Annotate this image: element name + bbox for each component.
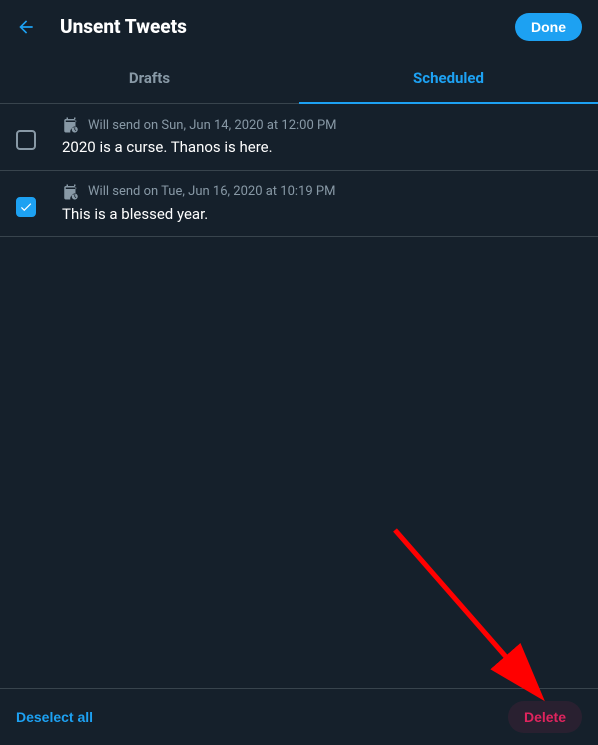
check-icon bbox=[19, 200, 33, 214]
tab-drafts[interactable]: Drafts bbox=[0, 53, 299, 103]
footer: Deselect all Delete bbox=[0, 688, 598, 745]
schedule-text: Will send on Tue, Jun 16, 2020 at 10:19 … bbox=[88, 184, 335, 199]
back-arrow-icon bbox=[16, 17, 36, 37]
tweet-item[interactable]: Will send on Sun, Jun 14, 2020 at 12:00 … bbox=[0, 104, 598, 171]
schedule-info: Will send on Sun, Jun 14, 2020 at 12:00 … bbox=[62, 116, 582, 134]
delete-button[interactable]: Delete bbox=[508, 701, 582, 733]
schedule-info: Will send on Tue, Jun 16, 2020 at 10:19 … bbox=[62, 183, 582, 201]
page-title: Unsent Tweets bbox=[60, 15, 515, 38]
tweet-item[interactable]: Will send on Tue, Jun 16, 2020 at 10:19 … bbox=[0, 171, 598, 238]
tweet-list: Will send on Sun, Jun 14, 2020 at 12:00 … bbox=[0, 104, 598, 237]
tweet-text: 2020 is a curse. Thanos is here. bbox=[62, 138, 582, 158]
tweet-content: Will send on Sun, Jun 14, 2020 at 12:00 … bbox=[62, 116, 582, 158]
tab-scheduled[interactable]: Scheduled bbox=[299, 53, 598, 103]
tweet-text: This is a blessed year. bbox=[62, 205, 582, 225]
tabs: Drafts Scheduled bbox=[0, 53, 598, 104]
back-button[interactable] bbox=[16, 17, 36, 37]
header: Unsent Tweets Done bbox=[0, 0, 598, 53]
done-button[interactable]: Done bbox=[515, 13, 582, 41]
tweet-content: Will send on Tue, Jun 16, 2020 at 10:19 … bbox=[62, 183, 582, 225]
schedule-text: Will send on Sun, Jun 14, 2020 at 12:00 … bbox=[88, 118, 337, 133]
checkbox-checked[interactable] bbox=[16, 197, 36, 217]
deselect-all-button[interactable]: Deselect all bbox=[16, 709, 93, 725]
calendar-clock-icon bbox=[62, 183, 80, 201]
calendar-clock-icon bbox=[62, 116, 80, 134]
checkbox[interactable] bbox=[16, 130, 36, 150]
